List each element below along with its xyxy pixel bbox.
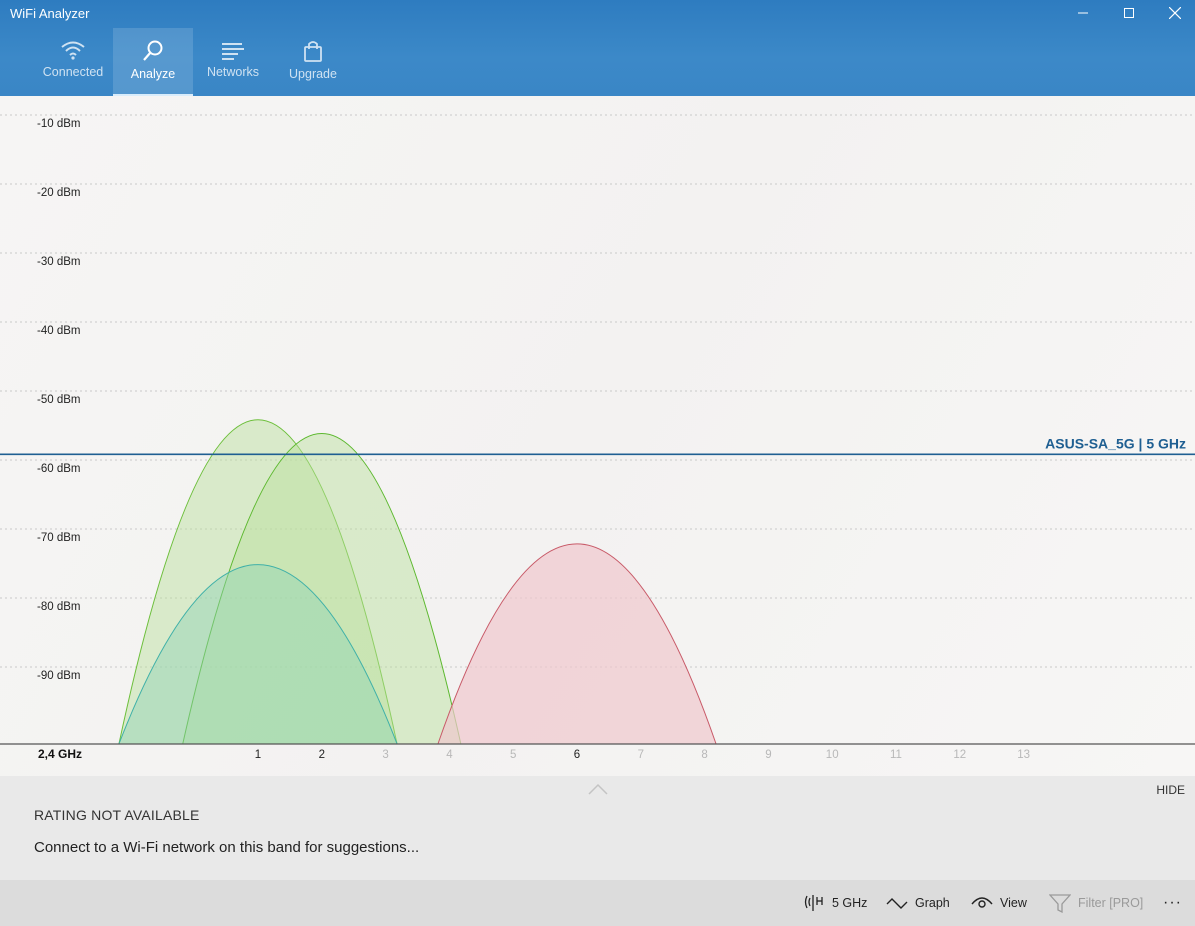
hide-button[interactable]: HIDE [1156, 783, 1185, 797]
tab-connected[interactable]: Connected [33, 28, 113, 96]
title-bar: WiFi Analyzer Connected Analyze Networks… [0, 0, 1195, 96]
y-tick-label: -90 dBm [37, 670, 80, 682]
minimize-icon [1078, 12, 1088, 14]
x-tick-label: 13 [1017, 749, 1030, 761]
list-icon [222, 43, 244, 60]
tab-connected-label: Connected [42, 65, 104, 79]
y-tick-label: -20 dBm [37, 187, 80, 199]
y-tick-label: -70 dBm [37, 532, 80, 544]
command-bar: 5 GHz Graph View Filter [PRO] ··· [0, 880, 1195, 926]
filter-button[interactable]: Filter [PRO] [1049, 880, 1143, 926]
x-tick-label: 11 [890, 749, 902, 761]
search-icon [143, 40, 163, 61]
x-tick-label: 7 [638, 749, 644, 761]
close-button[interactable] [1152, 0, 1195, 26]
maximize-icon [1124, 8, 1134, 18]
x-tick-label: 12 [953, 749, 966, 761]
app-title: WiFi Analyzer [10, 6, 90, 21]
minimize-button[interactable] [1060, 0, 1106, 26]
reference-line-label: ASUS-SA_5G | 5 GHz [1045, 435, 1186, 451]
y-tick-label: -10 dBm [37, 118, 80, 130]
wifi-icon [61, 41, 85, 60]
maximize-button[interactable] [1106, 0, 1152, 26]
eye-icon [971, 897, 993, 908]
tab-analyze-label: Analyze [130, 67, 176, 81]
filter-icon [1049, 894, 1071, 913]
graph-icon [886, 898, 908, 909]
antenna-icon [804, 895, 823, 911]
bag-icon [304, 41, 322, 62]
filter-label: Filter [PRO] [1078, 896, 1144, 910]
x-tick-label: 4 [446, 749, 453, 761]
x-tick-label: 2 [319, 749, 325, 761]
y-tick-label: -60 dBm [37, 463, 80, 475]
signal-chart: -10 dBm -20 dBm -30 dBm -40 dBm -50 dBm -60 d… [0, 96, 1195, 776]
x-tick-label: 9 [765, 749, 771, 761]
x-tick-label: 5 [510, 749, 516, 761]
band-label: 5 GHz [832, 896, 868, 910]
tab-networks[interactable]: Networks [193, 28, 273, 96]
nav-bar: Connected Analyze Networks Upgrade [33, 28, 353, 96]
view-label: View [1000, 896, 1027, 910]
graph-label: Graph [915, 896, 950, 910]
y-tick-label: -40 dBm [37, 325, 80, 337]
y-tick-label: -80 dBm [37, 601, 80, 613]
rating-panel: HIDE RATING NOT AVAILABLE Connect to a W… [0, 776, 1195, 880]
more-button[interactable]: ··· [1163, 880, 1182, 926]
y-tick-label: -30 dBm [37, 256, 80, 268]
x-tick-label: 10 [826, 749, 839, 761]
tab-networks-label: Networks [206, 65, 260, 79]
tab-analyze[interactable]: Analyze [113, 28, 193, 96]
view-button[interactable]: View [971, 880, 1027, 926]
graph-button[interactable]: Graph [886, 880, 950, 926]
x-tick-label: 3 [382, 749, 388, 761]
x-tick-label: 8 [701, 749, 707, 761]
tab-upgrade[interactable]: Upgrade [273, 28, 353, 96]
rating-status: RATING NOT AVAILABLE [34, 807, 200, 823]
tab-upgrade-label: Upgrade [289, 67, 337, 81]
band-button[interactable]: 5 GHz [803, 880, 867, 926]
x-tick-label: 1 [255, 749, 261, 761]
y-tick-label: -50 dBm [37, 394, 80, 406]
band-axis-label: 2,4 GHz [38, 747, 82, 761]
signal-curve [437, 543, 717, 745]
x-tick-label: 6 [574, 749, 580, 761]
close-icon [1169, 7, 1181, 19]
suggestion-text: Connect to a Wi-Fi network on this band … [34, 839, 420, 856]
chart-svg: -10 dBm -20 dBm -30 dBm -40 dBm -50 dBm -60 d… [0, 114, 1195, 761]
chevron-up-icon[interactable] [587, 782, 609, 796]
